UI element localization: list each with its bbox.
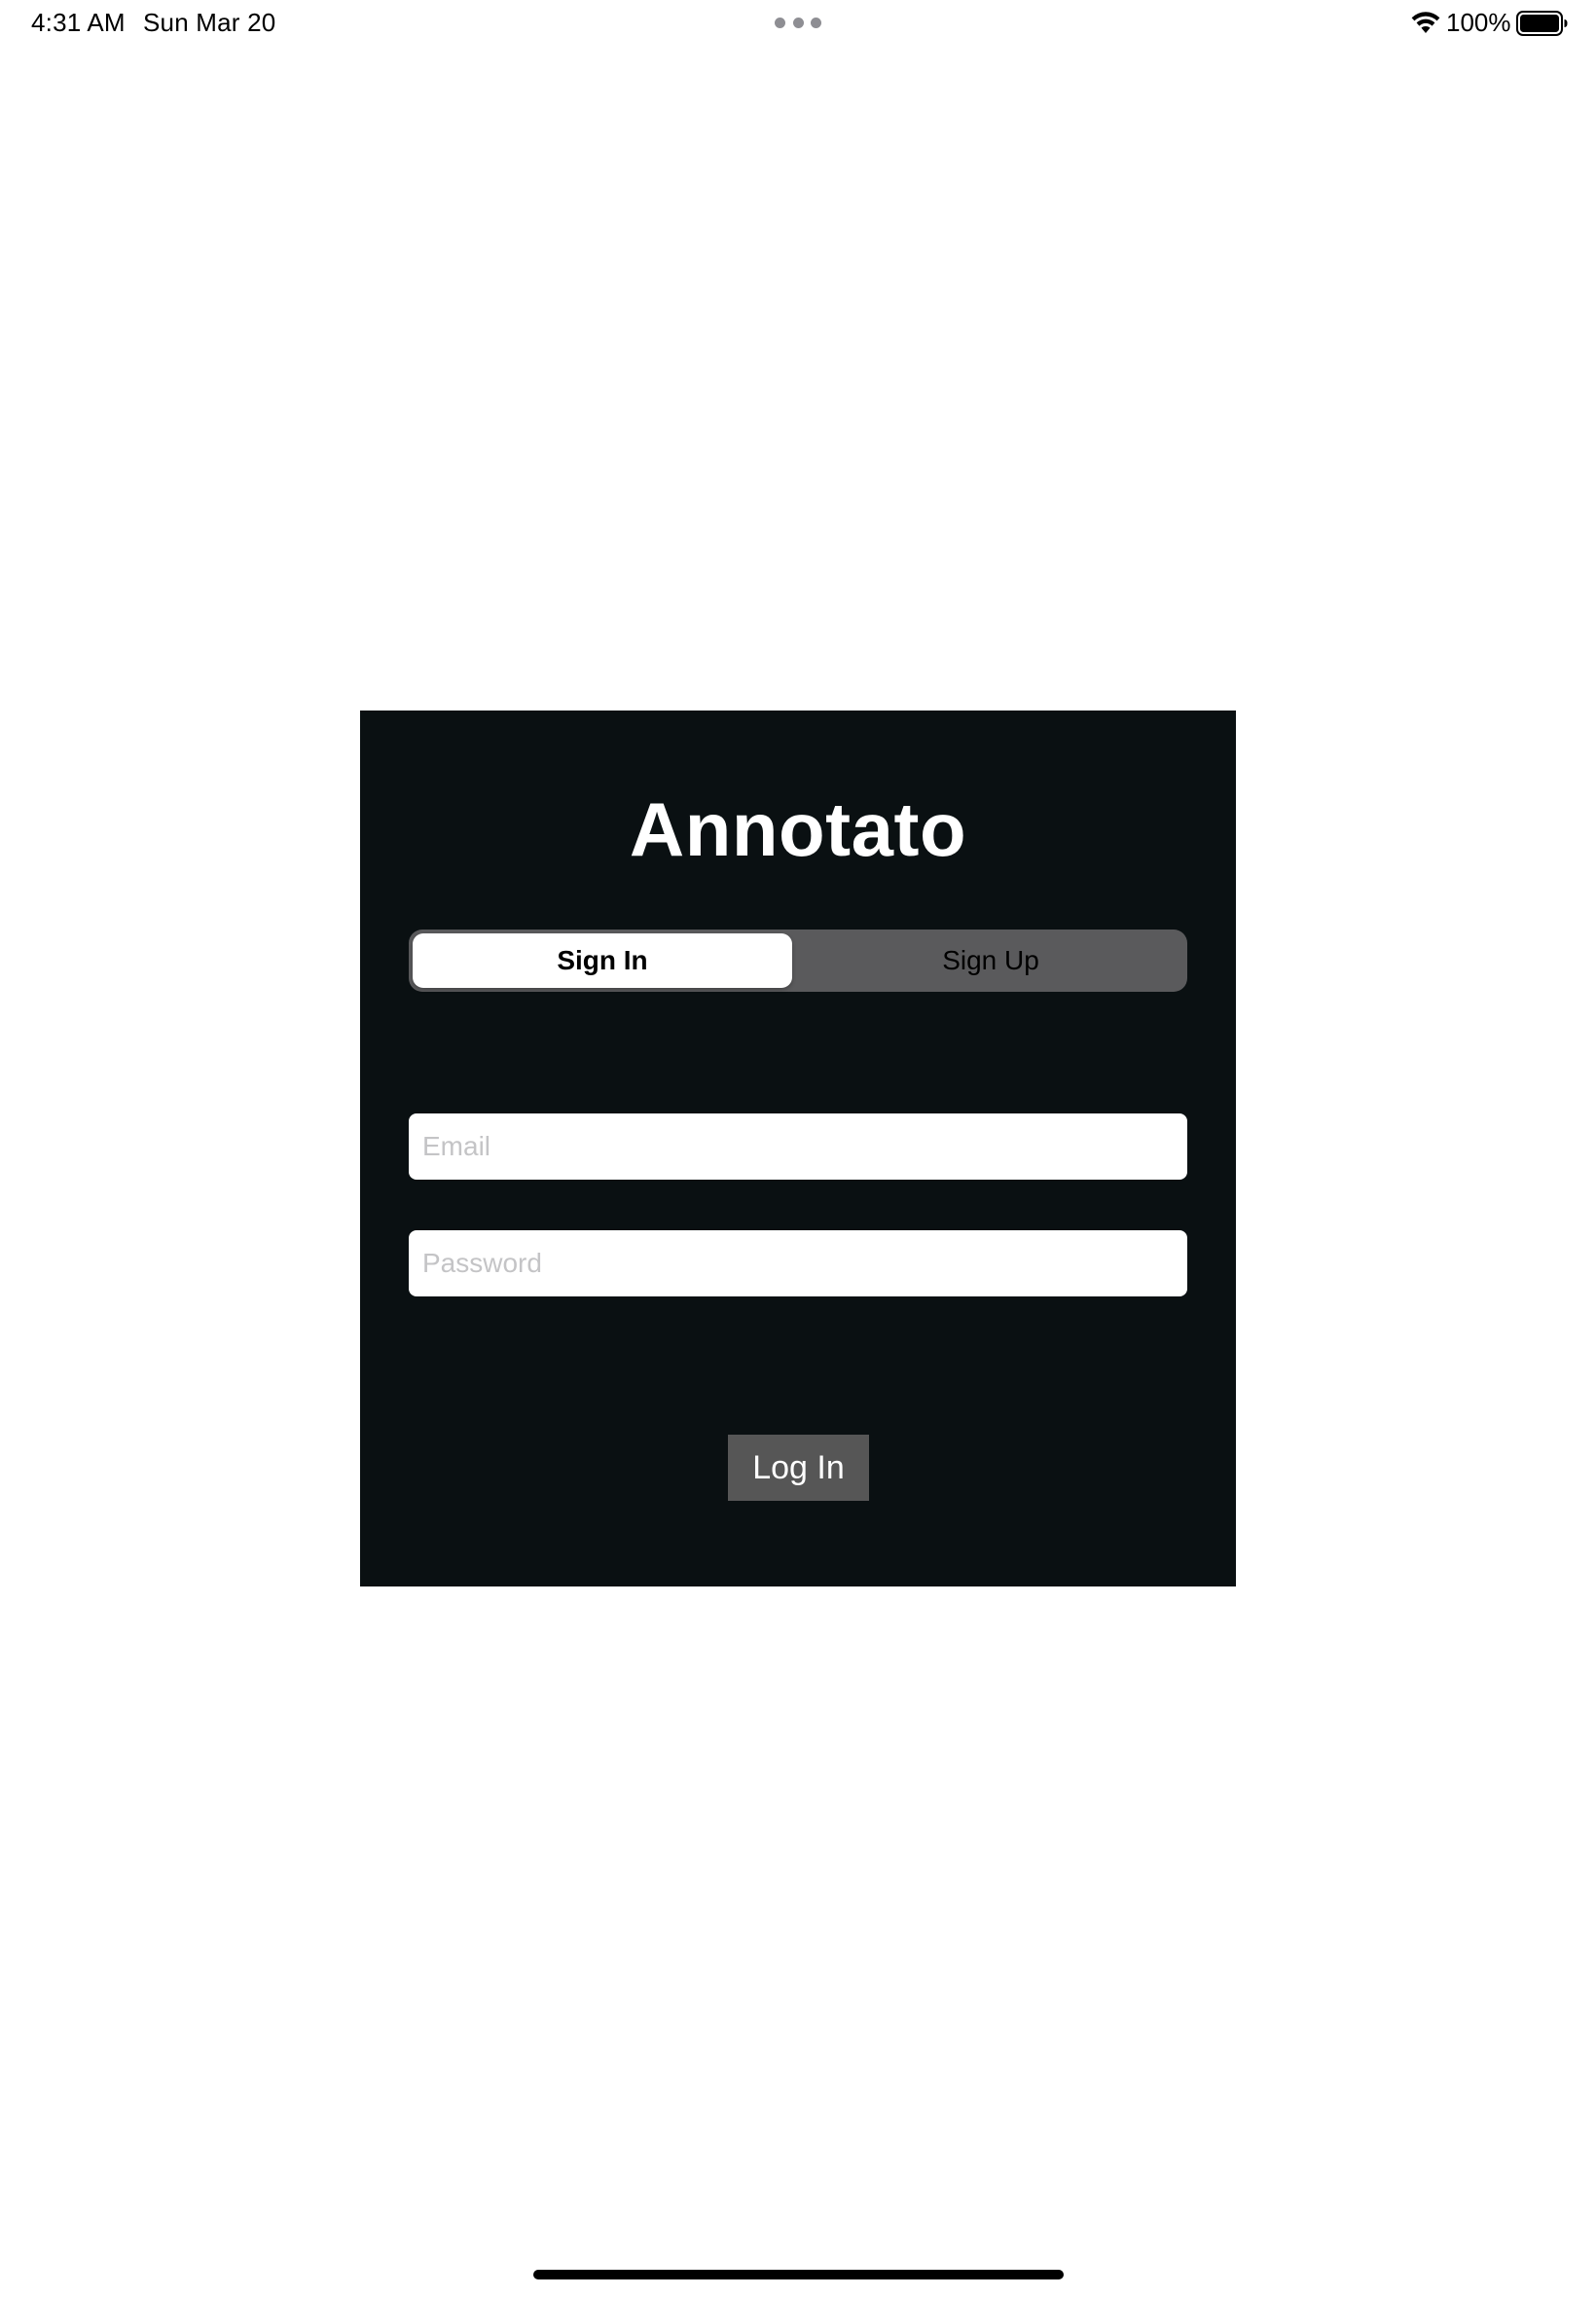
login-button[interactable]: Log In bbox=[728, 1435, 869, 1501]
email-field[interactable] bbox=[409, 1113, 1187, 1180]
auth-card: Annotato Sign In Sign Up Log In bbox=[360, 711, 1236, 1586]
battery-icon bbox=[1516, 11, 1568, 36]
password-field[interactable] bbox=[409, 1230, 1187, 1296]
wifi-icon bbox=[1411, 12, 1440, 33]
auth-mode-segmented-control[interactable]: Sign In Sign Up bbox=[409, 930, 1187, 992]
home-indicator[interactable] bbox=[533, 2270, 1064, 2279]
status-time: 4:31 AM bbox=[31, 8, 126, 37]
multitask-dots-icon[interactable] bbox=[775, 18, 821, 29]
battery-percent: 100% bbox=[1446, 8, 1511, 37]
segment-sign-up[interactable]: Sign Up bbox=[798, 933, 1183, 988]
status-bar: 4:31 AM Sun Mar 20 100% bbox=[0, 0, 1596, 49]
app-title: Annotato bbox=[629, 786, 967, 872]
segment-sign-in[interactable]: Sign In bbox=[413, 933, 792, 988]
status-date: Sun Mar 20 bbox=[143, 8, 276, 37]
